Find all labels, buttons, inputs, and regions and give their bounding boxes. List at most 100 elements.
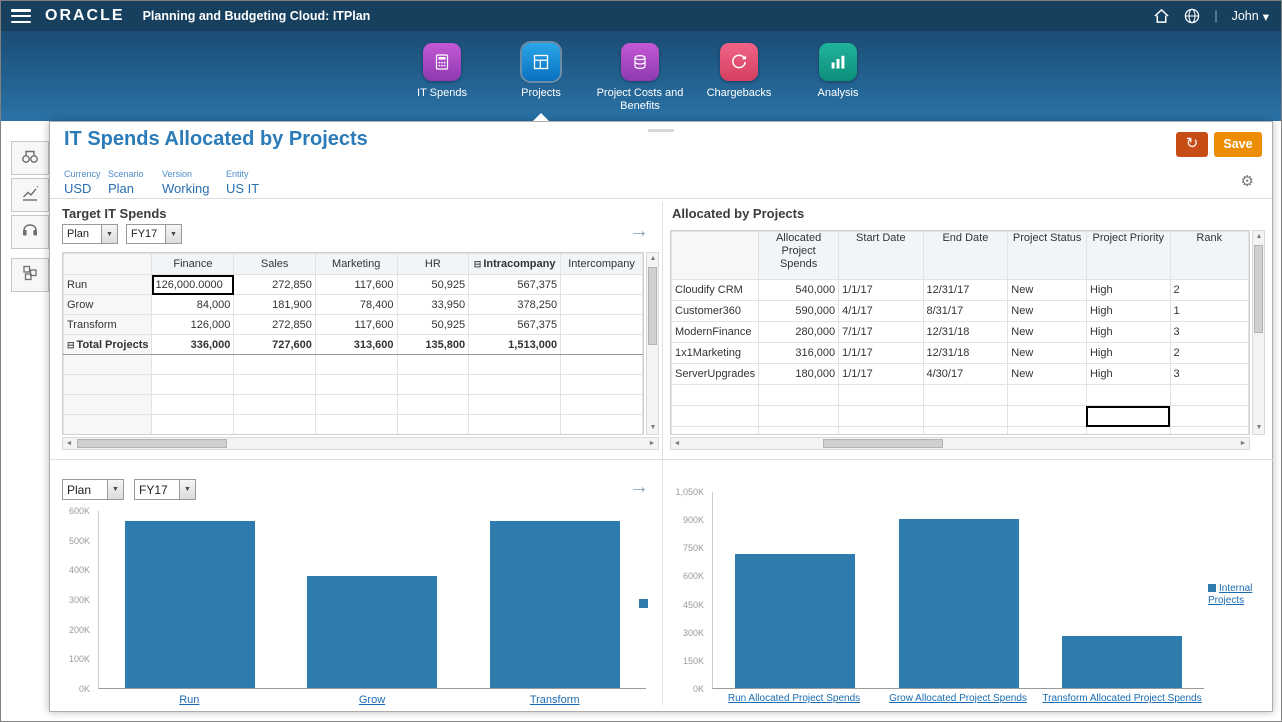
- column-header[interactable]: Marketing: [315, 254, 397, 275]
- pov-entity[interactable]: Entity US IT: [226, 169, 259, 196]
- column-header[interactable]: Allocated Project Spends: [759, 232, 839, 280]
- grid-cell[interactable]: 1/1/17: [839, 280, 923, 301]
- save-button[interactable]: Save: [1214, 132, 1262, 157]
- project-row-header[interactable]: Customer360: [672, 301, 759, 322]
- nav-item-projects[interactable]: Projects: [486, 43, 596, 100]
- grid-cell[interactable]: New: [1008, 301, 1087, 322]
- project-row-header[interactable]: [672, 385, 759, 406]
- grid-cell[interactable]: [561, 375, 643, 395]
- chart-bar[interactable]: [1062, 636, 1182, 688]
- grid-cell[interactable]: 3: [1170, 364, 1248, 385]
- column-header[interactable]: Start Date: [839, 232, 923, 280]
- grid-cell[interactable]: 1/1/17: [839, 343, 923, 364]
- grid-cell[interactable]: 117,600: [315, 275, 397, 295]
- grid-cell[interactable]: 126,000.0000: [152, 275, 234, 295]
- grid-cell[interactable]: 2: [1170, 343, 1248, 364]
- grid-cell[interactable]: 50,925: [397, 275, 469, 295]
- chart-bar[interactable]: [735, 554, 855, 688]
- sidebar-dashboards-button[interactable]: [11, 141, 49, 175]
- target-grid-hscrollbar[interactable]: ◄ ►: [62, 437, 659, 450]
- year-dropdown-chart[interactable]: FY17 ▼: [134, 479, 196, 500]
- grid-cell[interactable]: [839, 385, 923, 406]
- grid-cell[interactable]: 12/31/18: [923, 343, 1008, 364]
- grid-cell[interactable]: [1170, 427, 1248, 436]
- grid-cell[interactable]: High: [1086, 301, 1170, 322]
- grid-cell[interactable]: [1170, 385, 1248, 406]
- grid-cell[interactable]: [759, 406, 839, 427]
- grid-cell[interactable]: [152, 395, 234, 415]
- scroll-down-icon[interactable]: ▼: [1253, 422, 1265, 434]
- row-header[interactable]: Transform: [64, 315, 152, 335]
- help-globe-icon[interactable]: [1184, 8, 1200, 24]
- category-link[interactable]: Grow: [281, 694, 464, 706]
- grid-cell[interactable]: 567,375: [469, 315, 561, 335]
- row-header[interactable]: [64, 375, 152, 395]
- column-header[interactable]: Project Status: [1008, 232, 1087, 280]
- grid-cell[interactable]: [561, 415, 643, 435]
- grid-cell[interactable]: 280,000: [759, 322, 839, 343]
- grid-cell[interactable]: 181,900: [234, 295, 316, 315]
- scroll-right-icon[interactable]: ►: [646, 438, 658, 450]
- grid-cell[interactable]: [839, 427, 923, 436]
- pov-currency[interactable]: Currency USD: [64, 169, 101, 196]
- column-header[interactable]: Finance: [152, 254, 234, 275]
- chart-bar[interactable]: [490, 521, 620, 688]
- target-grid-vscrollbar[interactable]: ▲ ▼: [646, 252, 659, 435]
- grid-cell[interactable]: [152, 355, 234, 375]
- pov-scenario[interactable]: Scenario Plan: [108, 169, 144, 196]
- chart-legend-marker[interactable]: [639, 599, 648, 608]
- grid-cell[interactable]: [315, 355, 397, 375]
- chart-bar[interactable]: [899, 519, 1019, 688]
- grid-cell[interactable]: 590,000: [759, 301, 839, 322]
- grid-cell[interactable]: 12/31/18: [923, 322, 1008, 343]
- project-row-header[interactable]: [672, 406, 759, 427]
- sidebar-console-button[interactable]: [11, 215, 49, 249]
- grid-cell[interactable]: 4/30/17: [923, 364, 1008, 385]
- pov-value[interactable]: US IT: [226, 181, 259, 196]
- grid-cell[interactable]: [397, 355, 469, 375]
- grid-cell[interactable]: [152, 415, 234, 435]
- grid-cell[interactable]: 8/31/17: [923, 301, 1008, 322]
- projects-grid-vscrollbar[interactable]: ▲ ▼: [1252, 230, 1265, 435]
- row-header[interactable]: [64, 415, 152, 435]
- category-link[interactable]: Transform Allocated Project Spends: [1040, 693, 1204, 704]
- column-header[interactable]: Rank: [1170, 232, 1248, 280]
- grid-cell[interactable]: 567,375: [469, 275, 561, 295]
- scroll-up-icon[interactable]: ▲: [1253, 231, 1265, 243]
- grid-cell[interactable]: [315, 415, 397, 435]
- column-header[interactable]: Sales: [234, 254, 316, 275]
- project-row-header[interactable]: 1x1Marketing: [672, 343, 759, 364]
- grid-cell[interactable]: [469, 415, 561, 435]
- grid-cell[interactable]: 272,850: [234, 275, 316, 295]
- grid-cell[interactable]: [1170, 406, 1248, 427]
- grid-cell[interactable]: [1008, 406, 1087, 427]
- user-menu[interactable]: John ▾: [1232, 9, 1269, 24]
- scroll-right-icon[interactable]: ►: [1237, 438, 1249, 450]
- grid-cell[interactable]: [1008, 385, 1087, 406]
- grid-cell[interactable]: 12/31/17: [923, 280, 1008, 301]
- grid-cell[interactable]: [561, 395, 643, 415]
- chart-bar[interactable]: [125, 521, 255, 688]
- grid-cell[interactable]: 1,513,000: [469, 335, 561, 355]
- grid-cell[interactable]: [469, 395, 561, 415]
- grid-cell[interactable]: 7/1/17: [839, 322, 923, 343]
- row-header[interactable]: ⊟Total Projects: [64, 335, 152, 355]
- category-link[interactable]: Transform: [463, 694, 646, 706]
- grid-cell[interactable]: [1086, 385, 1170, 406]
- grid-cell[interactable]: 135,800: [397, 335, 469, 355]
- gear-icon[interactable]: ⚙: [1241, 172, 1254, 190]
- grid-cell[interactable]: 378,250: [469, 295, 561, 315]
- refresh-button[interactable]: ↻: [1176, 132, 1208, 157]
- nav-item-chargebacks[interactable]: Chargebacks: [684, 43, 794, 100]
- sidebar-dimensions-button[interactable]: [11, 258, 49, 292]
- move-right-arrow-icon[interactable]: →: [629, 221, 649, 241]
- grid-cell[interactable]: [923, 385, 1008, 406]
- grid-cell[interactable]: [315, 395, 397, 415]
- pov-value[interactable]: USD: [64, 181, 101, 196]
- grid-cell[interactable]: 727,600: [234, 335, 316, 355]
- scroll-down-icon[interactable]: ▼: [647, 422, 659, 434]
- move-right-arrow-icon[interactable]: →: [629, 477, 649, 497]
- grid-cell[interactable]: [561, 295, 643, 315]
- grid-cell[interactable]: [469, 355, 561, 375]
- grid-cell[interactable]: [234, 375, 316, 395]
